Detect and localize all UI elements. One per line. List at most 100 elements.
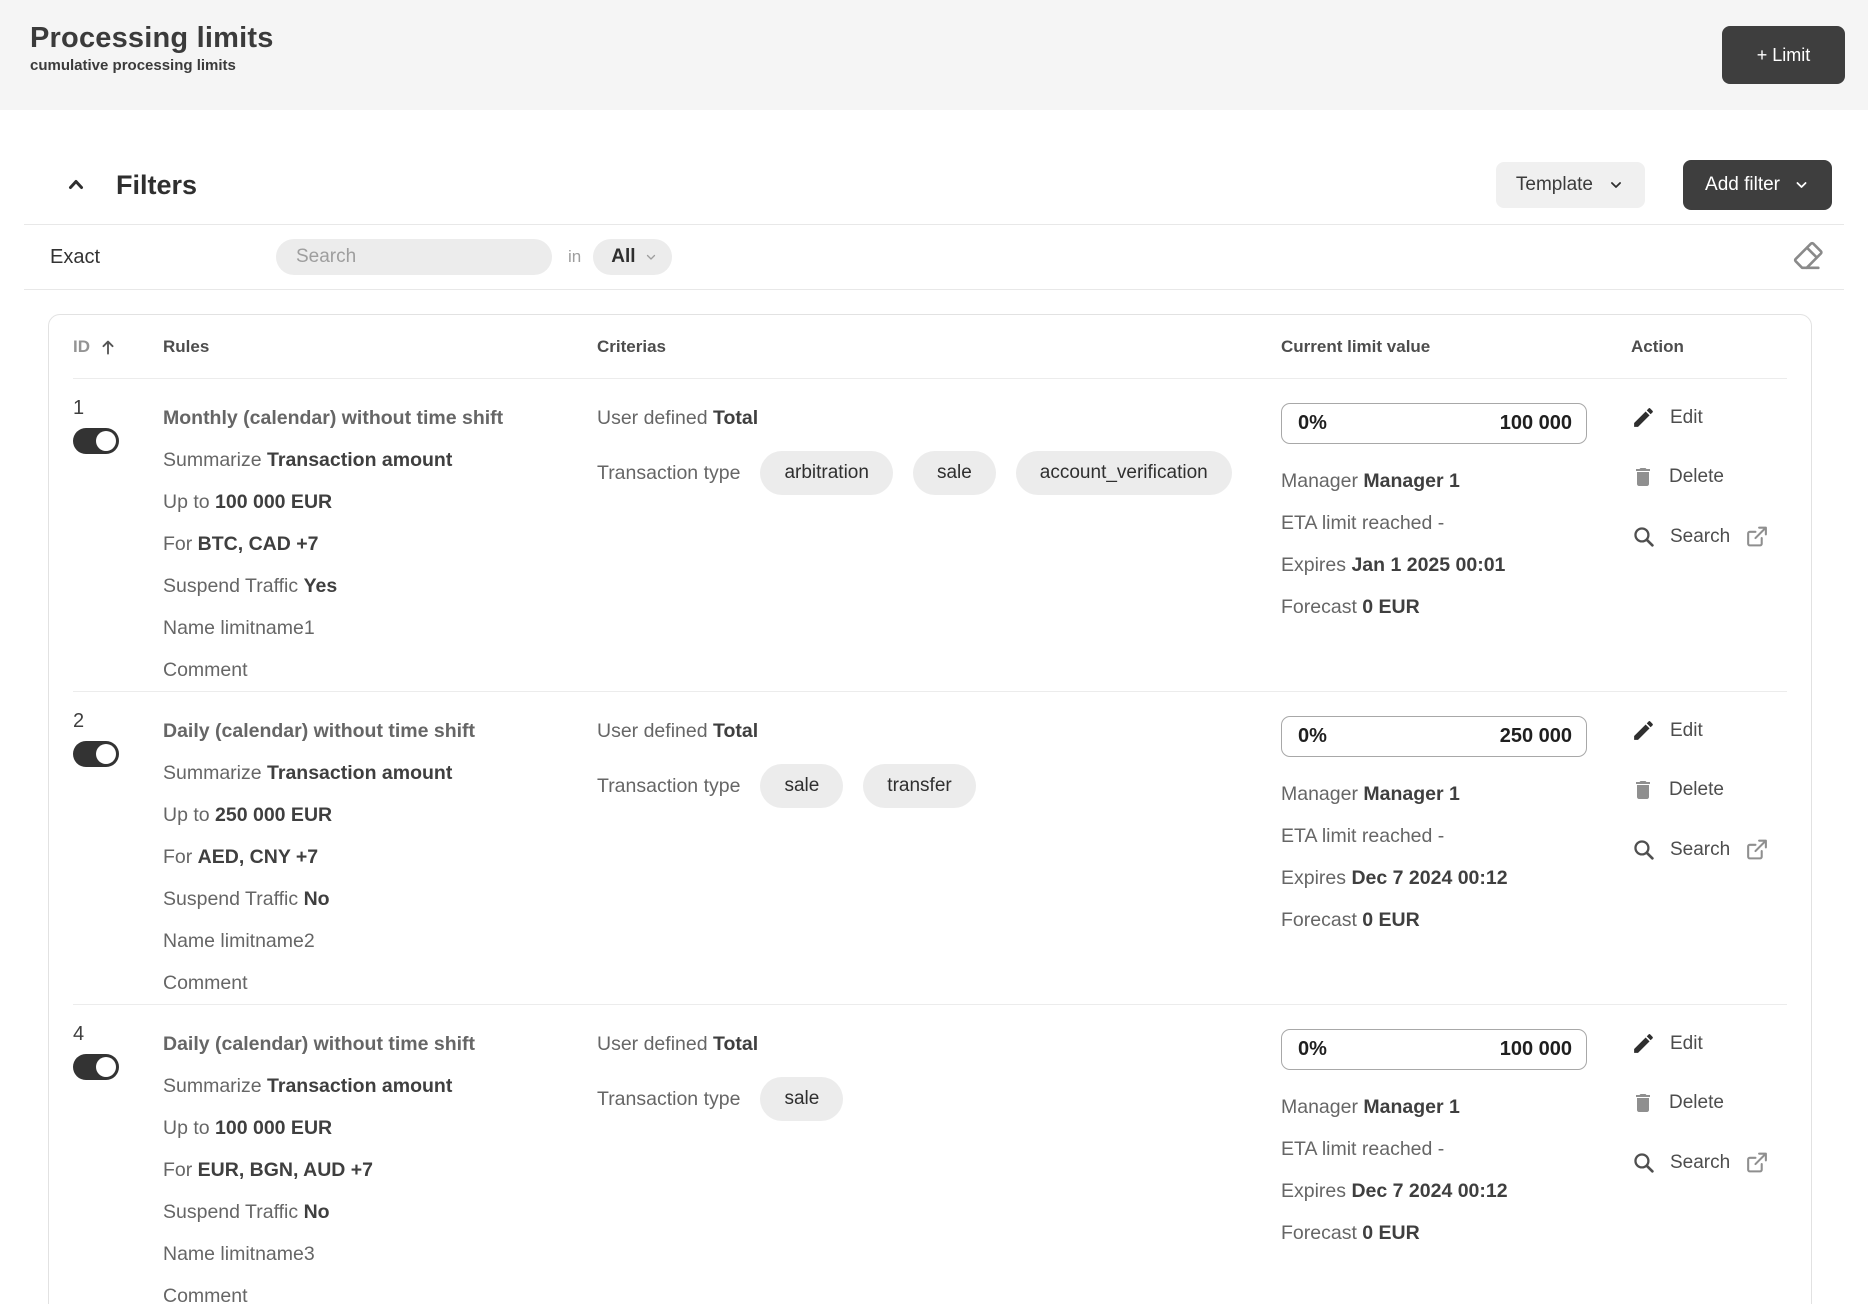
filter-row: Exact in All xyxy=(0,225,1868,289)
magnifier-icon xyxy=(1631,524,1656,549)
chevron-up-icon xyxy=(62,173,90,197)
rule-name: Name limitname2 xyxy=(163,920,597,962)
rule-comment: Comment xyxy=(163,962,597,1004)
external-link-icon xyxy=(1744,1150,1769,1175)
search-button[interactable]: Search xyxy=(1631,837,1769,862)
limits-table: ID Rules Criterias Current limit value A… xyxy=(48,314,1812,1304)
delete-button[interactable]: Delete xyxy=(1631,465,1724,489)
user-defined-line: User defined Total xyxy=(597,1023,1281,1065)
row-id: 1 xyxy=(73,397,84,419)
limit-expires: Expires Dec 7 2024 00:12 xyxy=(1281,857,1631,899)
page-header: Processing limits cumulative processing … xyxy=(0,0,1868,110)
rule-summarize: Summarize Transaction amount xyxy=(163,1065,597,1107)
rule-suspend: Suspend Traffic No xyxy=(163,1191,597,1233)
pencil-icon xyxy=(1631,405,1656,430)
table-row: 1 Monthly (calendar) without time shift … xyxy=(49,379,1811,691)
row-id: 2 xyxy=(73,710,84,732)
action-cell: Edit Delete Search xyxy=(1631,710,1811,1004)
transaction-type-line: Transaction type arbitration sale accoun… xyxy=(597,451,1281,495)
transaction-type-tag: sale xyxy=(760,1077,843,1121)
limit-percent: 0% xyxy=(1298,1038,1327,1061)
rule-up-to: Up to 250 000 EUR xyxy=(163,794,597,836)
rule-summarize: Summarize Transaction amount xyxy=(163,439,597,481)
clear-filters-button[interactable] xyxy=(1789,237,1826,277)
rule-up-to: Up to 100 000 EUR xyxy=(163,481,597,523)
rule-for: For EUR, BGN, AUD +7 xyxy=(163,1149,597,1191)
edit-button[interactable]: Edit xyxy=(1631,405,1703,430)
toggle-knob xyxy=(96,744,116,764)
column-header-criterias: Criterias xyxy=(597,337,1281,357)
rule-period: Daily (calendar) without time shift xyxy=(163,710,597,752)
search-button[interactable]: Search xyxy=(1631,1150,1769,1175)
rules-cell: Daily (calendar) without time shift Summ… xyxy=(163,1023,597,1304)
rule-summarize: Summarize Transaction amount xyxy=(163,752,597,794)
limit-manager: Manager Manager 1 xyxy=(1281,460,1631,502)
criterias-cell: User defined Total Transaction type sale xyxy=(597,1023,1281,1304)
trash-icon xyxy=(1631,1091,1655,1115)
rule-suspend: Suspend Traffic No xyxy=(163,878,597,920)
transaction-type-tag: account_verification xyxy=(1016,451,1232,495)
filter-field-label: Exact xyxy=(50,246,276,269)
scope-select[interactable]: All xyxy=(593,239,671,275)
delete-button[interactable]: Delete xyxy=(1631,1091,1724,1115)
edit-button[interactable]: Edit xyxy=(1631,1031,1703,1056)
filters-collapse-button[interactable] xyxy=(62,173,90,197)
page-title: Processing limits xyxy=(30,22,1844,55)
magnifier-icon xyxy=(1631,1150,1656,1175)
limit-enabled-toggle[interactable] xyxy=(73,1054,119,1080)
trash-icon xyxy=(1631,465,1655,489)
action-cell: Edit Delete Search xyxy=(1631,397,1811,691)
external-link-icon xyxy=(1744,524,1769,549)
table-row: 4 Daily (calendar) without time shift Su… xyxy=(49,1005,1811,1304)
limit-enabled-toggle[interactable] xyxy=(73,741,119,767)
criterias-cell: User defined Total Transaction type arbi… xyxy=(597,397,1281,691)
search-input[interactable] xyxy=(276,239,552,275)
chevron-down-icon xyxy=(644,251,658,263)
user-defined-line: User defined Total xyxy=(597,397,1281,439)
scope-selected-value: All xyxy=(611,246,635,268)
edit-button[interactable]: Edit xyxy=(1631,718,1703,743)
limit-cell: 0% 100 000 Manager Manager 1 ETA limit r… xyxy=(1281,397,1631,691)
limit-amount: 100 000 xyxy=(1500,412,1572,435)
limit-enabled-toggle[interactable] xyxy=(73,428,119,454)
table-header-row: ID Rules Criterias Current limit value A… xyxy=(49,315,1811,378)
limit-expires: Expires Jan 1 2025 00:01 xyxy=(1281,544,1631,586)
column-header-limit: Current limit value xyxy=(1281,337,1631,357)
delete-button[interactable]: Delete xyxy=(1631,778,1724,802)
limit-amount: 100 000 xyxy=(1500,1038,1572,1061)
add-filter-dropdown-button[interactable]: Add filter xyxy=(1683,160,1832,210)
pencil-icon xyxy=(1631,718,1656,743)
limit-eta: ETA limit reached - xyxy=(1281,815,1631,857)
column-header-rules: Rules xyxy=(163,337,597,357)
template-dropdown-button[interactable]: Template xyxy=(1496,162,1645,208)
sort-ascending-icon xyxy=(98,337,118,357)
rule-name: Name limitname3 xyxy=(163,1233,597,1275)
divider xyxy=(24,289,1844,290)
table-row: 2 Daily (calendar) without time shift Su… xyxy=(49,692,1811,1004)
limit-progress-box: 0% 100 000 xyxy=(1281,403,1587,444)
magnifier-icon xyxy=(1631,837,1656,862)
limit-forecast: Forecast 0 EUR xyxy=(1281,899,1631,941)
transaction-type-tag: transfer xyxy=(863,764,975,808)
limit-progress-box: 0% 100 000 xyxy=(1281,1029,1587,1070)
rule-comment: Comment xyxy=(163,649,597,691)
limit-manager: Manager Manager 1 xyxy=(1281,1086,1631,1128)
limit-progress-box: 0% 250 000 xyxy=(1281,716,1587,757)
chevron-down-icon xyxy=(1607,178,1625,192)
in-label: in xyxy=(568,247,581,267)
limit-percent: 0% xyxy=(1298,725,1327,748)
limit-forecast: Forecast 0 EUR xyxy=(1281,1212,1631,1254)
external-link-icon xyxy=(1744,837,1769,862)
column-header-id[interactable]: ID xyxy=(73,337,163,357)
pencil-icon xyxy=(1631,1031,1656,1056)
filters-title: Filters xyxy=(116,170,197,201)
transaction-type-line: Transaction type sale xyxy=(597,1077,1281,1121)
limit-eta: ETA limit reached - xyxy=(1281,1128,1631,1170)
add-limit-button[interactable]: + Limit xyxy=(1722,26,1845,84)
limit-percent: 0% xyxy=(1298,412,1327,435)
search-button[interactable]: Search xyxy=(1631,524,1769,549)
limit-manager: Manager Manager 1 xyxy=(1281,773,1631,815)
page-subtitle: cumulative processing limits xyxy=(30,57,1844,74)
rule-for: For BTC, CAD +7 xyxy=(163,523,597,565)
transaction-type-tag: sale xyxy=(760,764,843,808)
